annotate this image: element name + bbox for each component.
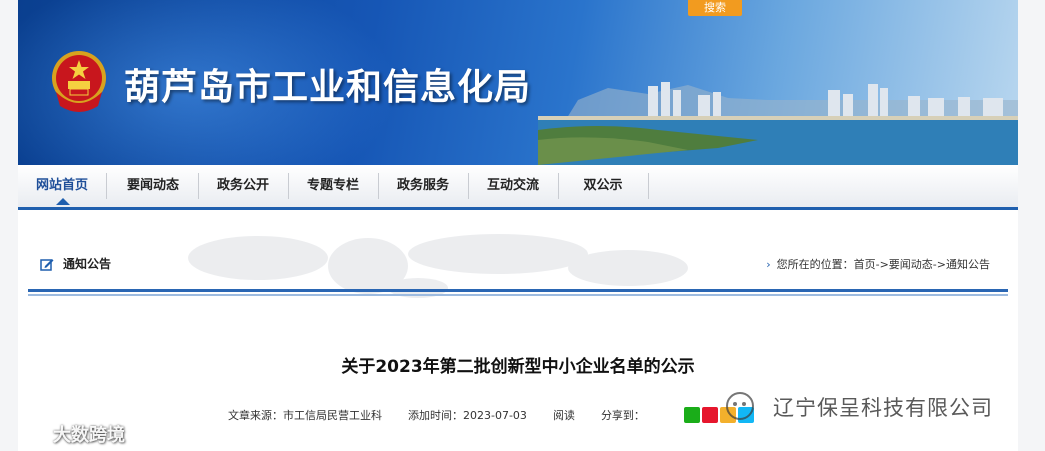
nav-interaction[interactable]: 互动交流 bbox=[470, 165, 556, 207]
site-title[interactable]: 葫芦岛市工业和信息化局 bbox=[124, 58, 531, 110]
article-meta: 文章来源：市工信局民营工业科 添加时间：2023-07-03 阅读 分享到： bbox=[228, 407, 671, 423]
nav-news[interactable]: 要闻动态 bbox=[110, 165, 196, 207]
share-label: 分享到： bbox=[600, 409, 645, 422]
nav-divider bbox=[106, 173, 107, 199]
article-date: 添加时间：2023-07-03 bbox=[408, 409, 527, 422]
main-nav: 网站首页 要闻动态 政务公开 专题专栏 政务服务 互动交流 双公示 bbox=[18, 165, 1018, 210]
wechat-share-icon[interactable] bbox=[684, 406, 700, 423]
nav-special[interactable]: 专题专栏 bbox=[290, 165, 376, 207]
nav-services[interactable]: 政务服务 bbox=[380, 165, 466, 207]
nav-divider bbox=[378, 173, 379, 199]
national-emblem-icon bbox=[52, 51, 106, 112]
section-header: 通知公告 › 您所在的位置：首页->要闻动态->通知公告 bbox=[28, 250, 1008, 280]
article-read-count: 阅读 bbox=[552, 409, 575, 422]
article-title: 关于2023年第二批创新型中小企业名单的公示 bbox=[341, 357, 695, 377]
chevron-right-icon: › bbox=[766, 258, 771, 271]
nav-divider bbox=[558, 173, 559, 199]
nav-divider bbox=[288, 173, 289, 199]
nav-gov-open[interactable]: 政务公开 bbox=[200, 165, 286, 207]
nav-divider bbox=[198, 173, 199, 199]
breadcrumb-text[interactable]: 您所在的位置：首页->要闻动态->通知公告 bbox=[777, 258, 990, 271]
nav-divider bbox=[648, 173, 649, 199]
active-nav-caret-icon bbox=[56, 198, 70, 205]
brand-watermark-icon bbox=[18, 422, 45, 446]
section-divider-light bbox=[28, 294, 1008, 296]
nav-double-publicity[interactable]: 双公示 bbox=[560, 165, 646, 207]
city-skyline-image bbox=[538, 82, 1018, 165]
section-divider bbox=[28, 289, 1008, 292]
edit-icon bbox=[40, 259, 54, 271]
watermark-company: 辽宁保呈科技有限公司 bbox=[773, 396, 993, 420]
nav-divider bbox=[468, 173, 469, 199]
search-button[interactable]: 搜索 bbox=[688, 0, 742, 16]
watermark-brand: 大数跨境 bbox=[53, 425, 125, 446]
section-title: 通知公告 bbox=[63, 257, 112, 271]
page: 搜索 葫芦岛市工业和信息化局 网站首页 要闻动态 政务公开 专题专栏 政务服务 … bbox=[18, 0, 1018, 451]
article-source: 文章来源：市工信局民营工业科 bbox=[228, 409, 382, 422]
wechat-watermark-icon bbox=[726, 392, 754, 420]
site-banner: 搜索 葫芦岛市工业和信息化局 bbox=[18, 0, 1018, 165]
weibo-share-icon[interactable] bbox=[702, 406, 718, 423]
breadcrumb: › 您所在的位置：首页->要闻动态->通知公告 bbox=[766, 256, 990, 272]
